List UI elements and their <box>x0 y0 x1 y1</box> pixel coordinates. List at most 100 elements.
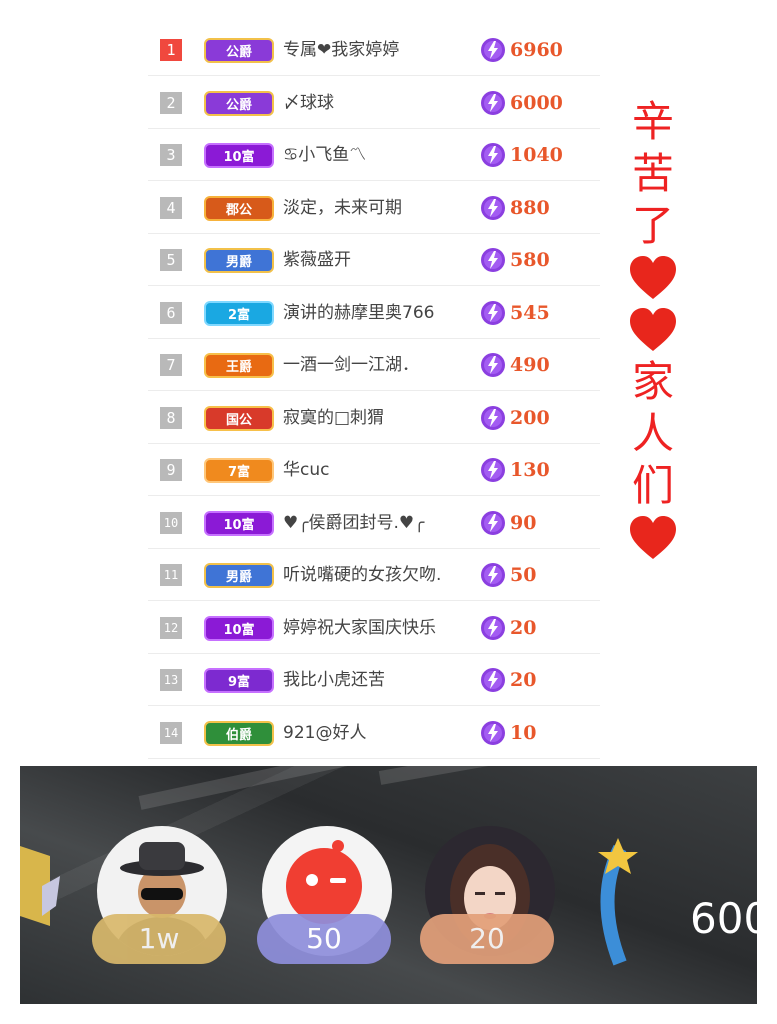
score-value: 545 <box>510 301 550 324</box>
heart-icon <box>630 308 676 351</box>
heart-icon <box>630 256 676 299</box>
partial-count-label: 600 <box>690 894 757 943</box>
ranking-row[interactable]: 1 公爵 专属❤我家婷婷 6960 <box>148 24 600 76</box>
rank-badge: 伯爵 <box>204 720 274 746</box>
lightning-coin-icon <box>481 300 505 325</box>
viewer-tag-3: 20 <box>420 914 554 964</box>
viewer-tag-2: 50 <box>257 914 391 964</box>
rank-number: 2 <box>160 91 182 114</box>
score-value: 200 <box>510 406 550 429</box>
lightning-coin-icon <box>481 90 505 115</box>
rank-badge: 男爵 <box>204 563 274 588</box>
rank-badge: 公爵 <box>204 90 274 116</box>
lightning-coin-icon <box>481 248 505 272</box>
lightning-coin-icon <box>481 458 505 482</box>
score-value: 10 <box>510 721 537 744</box>
ranking-row[interactable]: 14 伯爵 921@好人 10 <box>148 707 600 759</box>
ranking-row[interactable]: 6 2富 演讲的赫摩里奥766 545 <box>148 287 600 339</box>
user-name[interactable]: 我比小虎还苦 <box>283 654 385 706</box>
lightning-coin-icon <box>481 563 505 587</box>
ranking-row[interactable]: 11 男爵 听说嘴硬的女孩欠吻. 50 <box>148 549 600 601</box>
rank-number: 4 <box>160 196 182 219</box>
user-name[interactable]: ♥╭侯爵团封号.♥╭ <box>283 497 424 549</box>
previous-avatar-frame-icon[interactable] <box>20 826 60 936</box>
rank-number: 11 <box>160 564 182 586</box>
rank-number: 1 <box>160 39 182 61</box>
rank-badge: 国公 <box>204 405 274 431</box>
rank-number: 13 <box>160 669 182 691</box>
ranking-row[interactable]: 7 王爵 一酒一剑一江湖． 490 <box>148 339 600 391</box>
rank-badge: 10富 <box>204 615 274 641</box>
rank-number: 6 <box>160 301 182 324</box>
lightning-coin-icon <box>481 195 505 220</box>
user-name[interactable]: 华cuc <box>283 444 329 496</box>
user-name[interactable]: 演讲的赫摩里奥766 <box>283 287 434 339</box>
caption-char: 人 <box>631 409 674 458</box>
ranking-row[interactable]: 8 国公 寂寞的□刺猬 200 <box>148 392 600 444</box>
user-name[interactable]: 淡定，未来可期 <box>283 182 402 234</box>
live-viewer-bar: 1w 50 20 600 <box>20 766 757 1004</box>
score-value: 580 <box>510 249 550 271</box>
lightning-coin-icon <box>481 720 505 745</box>
user-name[interactable]: 听说嘴硬的女孩欠吻. <box>283 549 441 601</box>
ranking-row[interactable]: 12 10富 婷婷祝大家国庆快乐 20 <box>148 602 600 654</box>
user-name[interactable]: 寂寞的□刺猬 <box>283 392 384 444</box>
rank-badge: 2富 <box>204 300 274 326</box>
lightning-coin-icon <box>481 38 505 62</box>
caption-char: 们 <box>631 461 674 510</box>
score-value: 20 <box>510 616 537 639</box>
score-value: 880 <box>510 196 550 219</box>
lightning-coin-icon <box>481 668 505 692</box>
user-name[interactable]: 〆球球 <box>283 77 334 129</box>
rank-badge: 王爵 <box>204 353 274 378</box>
rank-number: 14 <box>160 721 182 744</box>
score-value: 490 <box>510 354 550 376</box>
ranking-row[interactable]: 13 9富 我比小虎还苦 20 <box>148 654 600 706</box>
rank-badge: 男爵 <box>204 248 274 273</box>
ranking-row[interactable]: 10 10富 ♥╭侯爵团封号.♥╭ 90 <box>148 497 600 549</box>
viewer-tag-1: 1w <box>92 914 226 964</box>
ranking-row[interactable]: 5 男爵 紫薇盛开 580 <box>148 234 600 286</box>
lightning-coin-icon <box>481 405 505 430</box>
rank-badge: 10富 <box>204 143 274 168</box>
rank-number: 5 <box>160 249 182 271</box>
score-value: 20 <box>510 669 537 691</box>
user-name[interactable]: 紫薇盛开 <box>283 234 351 286</box>
rank-number: 7 <box>160 354 182 376</box>
rank-number: 3 <box>160 144 182 166</box>
lightning-coin-icon <box>481 143 505 167</box>
rank-badge: 10富 <box>204 510 274 536</box>
score-value: 130 <box>510 459 550 481</box>
rank-number: 10 <box>160 511 182 534</box>
ranking-row[interactable]: 4 郡公 淡定，未来可期 880 <box>148 182 600 234</box>
caption-char: 辛 <box>631 97 674 146</box>
rank-badge: 公爵 <box>204 38 274 63</box>
vertical-caption: 辛苦了家人们 <box>625 96 681 564</box>
user-name[interactable]: 婷婷祝大家国庆快乐 <box>283 602 436 654</box>
caption-char: 了 <box>631 201 674 250</box>
next-avatar-frame-icon[interactable] <box>590 838 650 968</box>
rank-badge: 7富 <box>204 458 274 483</box>
score-value: 90 <box>510 511 537 534</box>
lightning-coin-icon <box>481 615 505 640</box>
lightning-coin-icon <box>481 353 505 377</box>
ranking-row[interactable]: 9 7富 华cuc 130 <box>148 444 600 496</box>
ranking-row[interactable]: 2 公爵 〆球球 6000 <box>148 77 600 129</box>
heart-icon <box>630 516 676 559</box>
rank-number: 12 <box>160 616 182 639</box>
user-name[interactable]: 一酒一剑一江湖． <box>283 339 419 391</box>
background-stripe <box>138 766 553 810</box>
rank-badge: 郡公 <box>204 195 274 221</box>
score-value: 6960 <box>510 39 563 61</box>
user-name[interactable]: 专属❤我家婷婷 <box>283 24 399 76</box>
user-name[interactable]: ♋小飞鱼〽 <box>283 129 366 181</box>
score-value: 6000 <box>510 91 563 114</box>
ranking-row[interactable]: 3 10富 ♋小飞鱼〽 1040 <box>148 129 600 181</box>
caption-char: 苦 <box>631 149 674 198</box>
user-name[interactable]: 921@好人 <box>283 707 366 759</box>
score-value: 50 <box>510 564 537 586</box>
score-value: 1040 <box>510 144 563 166</box>
rank-number: 8 <box>160 406 182 429</box>
caption-char: 家 <box>631 357 674 406</box>
rank-number: 9 <box>160 459 182 481</box>
